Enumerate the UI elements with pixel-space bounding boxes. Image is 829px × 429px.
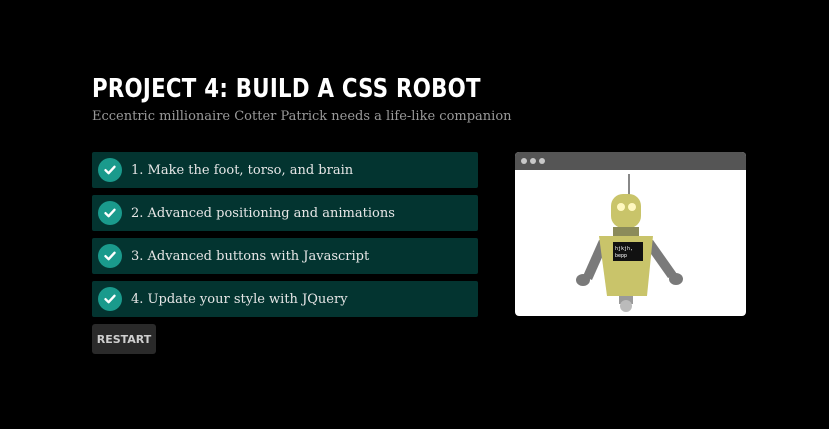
check-circle-icon: [98, 287, 122, 311]
restart-button[interactable]: RESTART: [92, 324, 156, 354]
robot-eye-left: [617, 203, 625, 211]
task-item[interactable]: 1. Make the foot, torso, and brain: [92, 152, 478, 188]
task-item[interactable]: 2. Advanced positioning and animations: [92, 195, 478, 231]
task-item[interactable]: 3. Advanced buttons with Javascript: [92, 238, 478, 274]
task-label: 3. Advanced buttons with Javascript: [131, 248, 370, 264]
task-list: 1. Make the foot, torso, and brain 2. Ad…: [92, 152, 478, 324]
robot-illustration: hjkjh, bepp: [576, 174, 683, 312]
robot-hand-right: [669, 273, 683, 285]
window-dot-icon: [530, 158, 536, 164]
window-titlebar: [515, 152, 746, 170]
task-item[interactable]: 4. Update your style with JQuery: [92, 281, 478, 317]
robot-hand-left: [576, 274, 590, 286]
robot-head: [611, 194, 641, 228]
task-label: 2. Advanced positioning and animations: [131, 205, 395, 221]
check-circle-icon: [98, 244, 122, 268]
robot-screen-line2: bepp: [615, 253, 627, 259]
robot-preview-window: hjkjh, bepp: [515, 152, 746, 316]
robot-neck: [613, 227, 639, 236]
check-circle-icon: [98, 158, 122, 182]
check-circle-icon: [98, 201, 122, 225]
page-title: PROJECT 4: BUILD A CSS ROBOT: [92, 74, 481, 104]
task-label: 4. Update your style with JQuery: [131, 291, 348, 307]
window-dot-icon: [521, 158, 527, 164]
robot-screen-line1: hjkjh,: [615, 246, 633, 252]
task-label: 1. Make the foot, torso, and brain: [131, 162, 354, 178]
window-dot-icon: [539, 158, 545, 164]
robot-wheel: [620, 300, 632, 312]
page-subtitle: Eccentric millionaire Cotter Patrick nee…: [92, 109, 512, 124]
robot-eye-right: [628, 203, 636, 211]
